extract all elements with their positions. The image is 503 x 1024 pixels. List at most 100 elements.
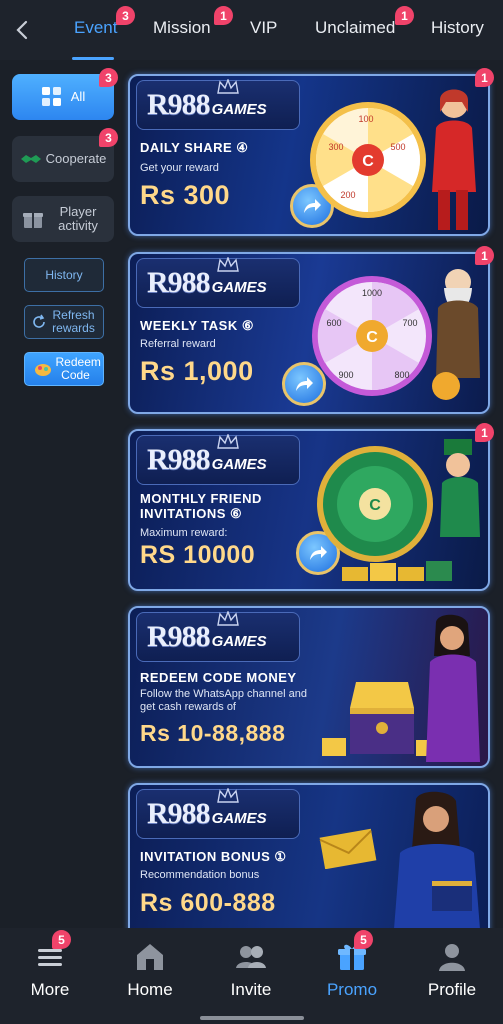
promo-banner-monthly-invitations[interactable]: R988 GAMES MONTHLY FRIEND INVITATIONS ⑥ … bbox=[128, 429, 490, 591]
wheel-number: 900 bbox=[338, 370, 353, 380]
redeem-gift-icon bbox=[34, 364, 51, 376]
brand-name: R988 bbox=[147, 88, 211, 121]
brand-name: R988 bbox=[147, 443, 211, 476]
tab-mission-badge: 1 bbox=[214, 6, 233, 25]
brand-suffix: GAMES bbox=[211, 278, 267, 296]
tab-mission[interactable]: Mission bbox=[153, 18, 211, 38]
banner-1-badge: 1 bbox=[475, 68, 494, 87]
nav-more[interactable]: More bbox=[0, 928, 100, 1008]
top-tab-bar: Event 3 Mission 1 VIP Unclaimed 1 Histor… bbox=[0, 0, 503, 60]
tab-vip[interactable]: VIP bbox=[250, 18, 277, 38]
prize-wheel-illustration: C 1000 600 700 900 800 bbox=[312, 276, 432, 396]
banner-subtitle: Maximum reward: bbox=[140, 527, 228, 539]
promo-banner-weekly-task[interactable]: R988 GAMES WEEKLY TASK ⑥ Referral reward… bbox=[128, 252, 490, 414]
banner-title: WEEKLY TASK ⑥ bbox=[140, 318, 254, 333]
banner-subtitle: Recommendation bonus bbox=[140, 869, 260, 881]
svg-text:C: C bbox=[366, 329, 378, 346]
promo-banner-daily-share[interactable]: R988 GAMES DAILY SHARE ④ Get your reward… bbox=[128, 74, 490, 236]
banner-amount: RS 10000 bbox=[140, 541, 256, 569]
tab-history[interactable]: History bbox=[431, 18, 484, 38]
brand-logo: R988 GAMES bbox=[136, 434, 300, 485]
crown-icon bbox=[217, 257, 239, 272]
people-icon bbox=[236, 946, 266, 968]
refresh-icon bbox=[32, 314, 45, 328]
crown-icon bbox=[217, 611, 239, 626]
refresh-rewards-label: Refresh rewards bbox=[52, 308, 95, 335]
promo-banner-redeem-code[interactable]: R988 GAMES REDEEM CODE MONEY Follow the … bbox=[128, 606, 490, 768]
brand-name: R988 bbox=[147, 797, 211, 830]
wheel-labels: 100 300 500 200 bbox=[328, 114, 405, 200]
brand-suffix: GAMES bbox=[211, 455, 267, 473]
banner-title: MONTHLY FRIEND INVITATIONS ⑥ bbox=[140, 491, 262, 521]
nav-profile[interactable]: Profile bbox=[402, 928, 502, 1008]
wheel-number: 700 bbox=[402, 318, 417, 328]
nav-more-badge: 5 bbox=[52, 930, 71, 949]
wheel-number: 500 bbox=[390, 142, 405, 152]
back-button[interactable] bbox=[10, 14, 34, 46]
brand-suffix: GAMES bbox=[211, 100, 267, 118]
nav-label: Profile bbox=[427, 980, 477, 999]
wheel-number: 100 bbox=[358, 114, 373, 124]
crown-icon bbox=[217, 788, 239, 803]
brand-logo: R988 GAMES bbox=[136, 257, 300, 308]
tab-event[interactable]: Event bbox=[74, 18, 117, 38]
banner-3-badge: 1 bbox=[475, 423, 494, 442]
category-sidebar: All 3 Cooperate 3 Player activity Histor… bbox=[0, 60, 122, 928]
wheel-number: 200 bbox=[340, 190, 355, 200]
banner-title: INVITATION BONUS ① bbox=[140, 849, 287, 864]
sidebar-item-label: Cooperate bbox=[45, 151, 107, 166]
sidebar-cooperate-badge: 3 bbox=[99, 128, 118, 147]
nav-promo-badge: 5 bbox=[354, 930, 373, 949]
tab-unclaimed-badge: 1 bbox=[395, 6, 414, 25]
banner-title: DAILY SHARE ④ bbox=[140, 140, 249, 155]
sidebar-item-label: All bbox=[70, 89, 86, 104]
brand-logo: R988 GAMES bbox=[136, 611, 300, 662]
nav-label: More bbox=[30, 980, 70, 999]
character-illustration bbox=[432, 269, 480, 400]
nav-promo[interactable]: Promo bbox=[302, 928, 402, 1008]
nav-label: Home bbox=[127, 980, 173, 999]
nav-label: Invite bbox=[230, 980, 272, 999]
home-icon bbox=[137, 944, 163, 970]
tab-unclaimed[interactable]: Unclaimed bbox=[315, 18, 395, 38]
banner-amount: Rs 10-88,888 bbox=[140, 720, 286, 746]
sidebar-item-label: Player activity bbox=[58, 204, 98, 233]
sidebar-item-player-activity[interactable]: Player activity bbox=[12, 196, 114, 242]
handshake-icon bbox=[20, 155, 41, 163]
nav-invite[interactable]: Invite bbox=[201, 928, 301, 1008]
sidebar-all-badge: 3 bbox=[99, 68, 118, 87]
brand-logo: R988 GAMES bbox=[136, 788, 300, 839]
banner-subtitle: Get your reward bbox=[140, 162, 219, 174]
brand-name: R988 bbox=[147, 266, 211, 299]
nav-home[interactable]: Home bbox=[100, 928, 200, 1008]
user-icon bbox=[439, 944, 465, 971]
wheel-number: 300 bbox=[328, 142, 343, 152]
character-illustration bbox=[440, 439, 480, 537]
banner-subtitle: Follow the WhatsApp channel and get cash… bbox=[140, 688, 307, 713]
banner-2-badge: 1 bbox=[475, 246, 494, 265]
banner-amount: Rs 300 bbox=[140, 180, 231, 210]
character-illustration bbox=[394, 791, 480, 929]
redeem-code-button[interactable]: Redeem Code bbox=[24, 352, 104, 386]
brand-logo: R988 GAMES bbox=[136, 79, 300, 130]
wheel-number: 800 bbox=[394, 370, 409, 380]
envelope-illustration bbox=[319, 828, 377, 869]
tab-event-badge: 3 bbox=[116, 6, 135, 25]
character-illustration bbox=[432, 89, 476, 230]
redeem-code-label: Redeem Code bbox=[55, 355, 101, 382]
banner-amount: Rs 600-888 bbox=[140, 889, 276, 917]
history-button[interactable]: History bbox=[24, 258, 104, 292]
promo-banner-invitation-bonus[interactable]: R988 GAMES INVITATION BONUS ① Recommenda… bbox=[128, 783, 490, 945]
brand-suffix: GAMES bbox=[211, 632, 267, 650]
crown-icon bbox=[217, 79, 239, 94]
crown-icon bbox=[217, 434, 239, 449]
nav-label: Promo bbox=[326, 980, 378, 999]
brand-name: R988 bbox=[147, 620, 211, 653]
gift-box-icon bbox=[23, 213, 43, 228]
wheel-number: 1000 bbox=[362, 288, 382, 298]
promo-page: Event 3 Mission 1 VIP Unclaimed 1 Histor… bbox=[0, 0, 503, 1024]
wheel-number: 600 bbox=[326, 318, 341, 328]
refresh-rewards-button[interactable]: Refresh rewards bbox=[24, 305, 104, 339]
home-indicator bbox=[200, 1016, 304, 1020]
bottom-navigation: More 5 Home Invite Promo 5 Profile bbox=[0, 928, 503, 1024]
